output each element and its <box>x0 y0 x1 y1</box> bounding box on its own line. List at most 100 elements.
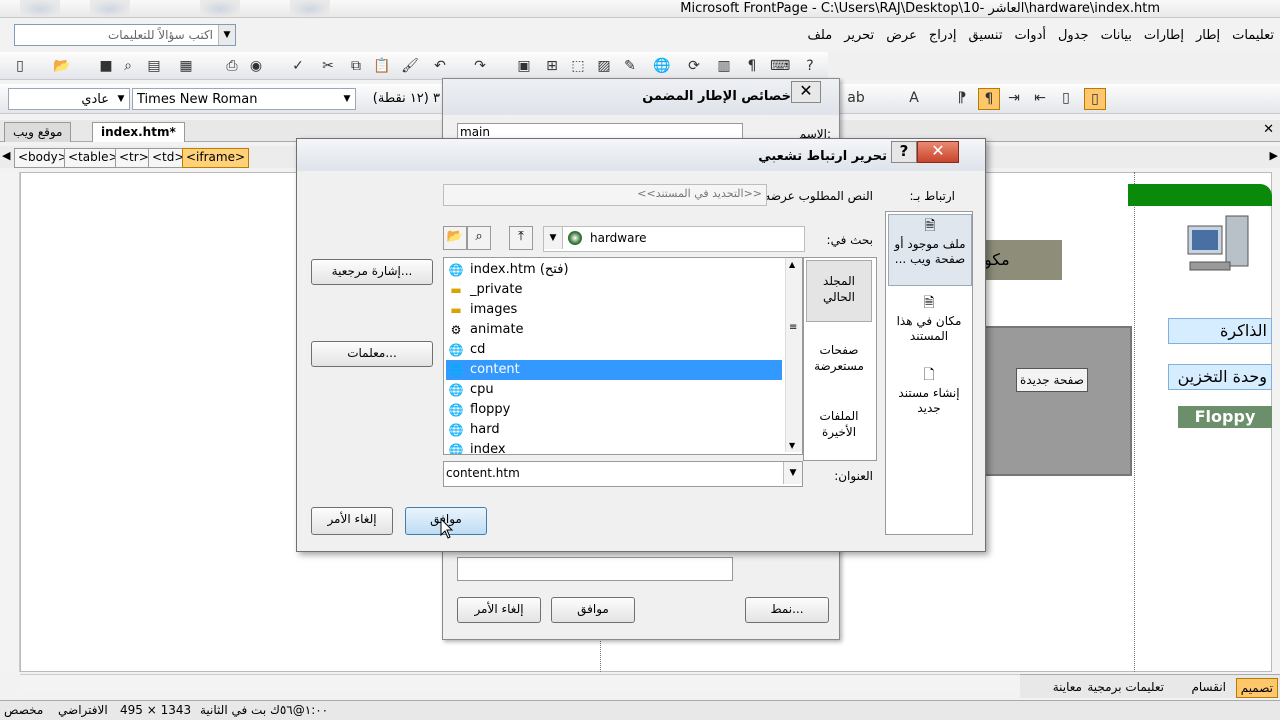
file-list-scrollbar[interactable]: ▲ ≡ ▼ <box>785 258 802 452</box>
chevron-down-icon[interactable]: ▼ <box>113 89 129 109</box>
chevron-right-icon[interactable]: ▶ <box>1270 149 1278 162</box>
outdent-icon[interactable]: ⇤ <box>1030 88 1050 108</box>
look-in-select[interactable]: ▼ hardware <box>543 226 805 252</box>
scroll-down-icon[interactable]: ▼ <box>789 441 795 450</box>
tab-split[interactable]: انقسام <box>1187 678 1230 696</box>
scroll-up-icon[interactable]: ▲ <box>789 260 795 269</box>
list-item[interactable]: 🌐 index <box>446 440 782 454</box>
search-icon[interactable]: ⌕ <box>118 56 138 76</box>
address-input[interactable]: content.htm ▼ <box>443 461 803 487</box>
new-page-button[interactable]: صفحة جديدة <box>1016 368 1088 392</box>
list-item[interactable]: 🌐 index.htm (فتح) <box>446 260 782 280</box>
list-item[interactable]: 🌐 floppy <box>446 400 782 420</box>
list-item[interactable]: 🌐 cd <box>446 340 782 360</box>
insert-table-icon[interactable]: ⊞ <box>542 56 562 76</box>
scroll-thumb-icon[interactable]: ≡ <box>789 322 797 333</box>
hyperlink-icon[interactable]: 🌐 <box>652 56 672 76</box>
paste-icon[interactable]: 📋 <box>372 56 392 76</box>
print-icon[interactable]: ⎙ <box>222 56 242 76</box>
link-existing-file[interactable]: 🗎 ملف موجود أو صفحة ويب ... <box>888 214 972 286</box>
insert-component-icon[interactable]: ▣ <box>514 56 534 76</box>
redo-icon[interactable]: ↷ <box>470 56 490 76</box>
font-color-icon[interactable]: A <box>904 88 924 108</box>
close-icon[interactable]: ✕ <box>1263 122 1274 137</box>
browsed-pages-button[interactable]: صفحات مستعرضة <box>806 330 872 390</box>
close-button[interactable]: ✕ <box>917 141 959 163</box>
close-icon[interactable]: ✕ <box>791 81 821 103</box>
tab-preview[interactable]: معاينة <box>1049 678 1086 696</box>
menu-frames[interactable]: إطارات <box>1138 26 1190 46</box>
insert-layer-icon[interactable]: ⬚ <box>568 56 588 76</box>
menu-tools[interactable]: أدوات <box>1008 26 1052 46</box>
refresh-icon[interactable]: ⟳ <box>684 56 704 76</box>
ok-button[interactable]: موافق <box>551 597 635 623</box>
preview-icon[interactable]: ◉ <box>246 56 266 76</box>
link-place-in-document[interactable]: 🗎 مكان في هذا المستند <box>888 292 970 352</box>
help-button[interactable]: ? <box>891 141 917 163</box>
menu-file[interactable]: ملف <box>801 26 838 46</box>
browse-web-icon[interactable]: ⌕ <box>467 226 491 250</box>
recent-files-button[interactable]: الملفات الأخيرة <box>806 396 872 456</box>
copy-icon[interactable]: ⧉ <box>346 56 366 76</box>
insert-picture-icon[interactable]: ▨ <box>594 56 614 76</box>
font-size-select[interactable]: ٣ (١٢ نقطة) <box>360 88 444 110</box>
nav-storage[interactable]: وحدة التخزين <box>1168 364 1272 390</box>
tab-design[interactable]: تصميم <box>1235 678 1278 698</box>
display-text-input[interactable]: <<التحديد في المستند>> <box>443 184 767 206</box>
browse-file-icon[interactable]: 📂 <box>443 226 467 250</box>
menu-data[interactable]: بيانات <box>1095 26 1138 46</box>
font-select[interactable]: Times New Roman ▼ <box>132 88 356 110</box>
publish-icon[interactable]: ▤ <box>144 56 164 76</box>
drawing-icon[interactable]: ✎ <box>620 56 640 76</box>
chevron-down-icon[interactable]: ▼ <box>218 25 235 45</box>
toggle-pane-icon[interactable]: ▦ <box>176 56 196 76</box>
tag-iframe[interactable]: <iframe> <box>182 148 250 168</box>
help-icon[interactable]: ? <box>800 56 820 76</box>
save-icon[interactable]: ■ <box>96 56 116 76</box>
tag-table[interactable]: <table> <box>64 148 123 168</box>
vertical-scrollbar[interactable] <box>0 172 20 672</box>
rtl-icon[interactable]: ¶ <box>978 88 1000 110</box>
ltr-icon[interactable]: ⁋ <box>952 88 972 108</box>
horizontal-scrollbar[interactable] <box>20 674 1020 692</box>
ask-question-box[interactable]: اكتب سؤالاً للتعليمات ▼ <box>14 24 236 46</box>
bookmark-button[interactable]: إشارة مرجعية... <box>311 259 433 285</box>
chevron-down-icon[interactable]: ▼ <box>544 227 563 249</box>
undo-icon[interactable]: ↶ <box>430 56 450 76</box>
list-item[interactable]: 🌐 hard <box>446 420 782 440</box>
list-item[interactable]: ⚙ animate <box>446 320 782 340</box>
indent-icon[interactable]: ⇥ <box>1004 88 1024 108</box>
tab-website[interactable]: موقع ويب <box>4 122 72 142</box>
nav-floppy[interactable]: Floppy <box>1178 406 1272 428</box>
menu-help[interactable]: تعليمات <box>1226 26 1280 46</box>
new-page-icon[interactable]: ▯ <box>10 56 30 76</box>
tab-index-htm[interactable]: index.htm* <box>92 122 185 142</box>
chevron-down-icon[interactable]: ▼ <box>783 462 802 484</box>
show-formatting-icon[interactable]: ¶ <box>742 56 762 76</box>
open-folder-icon[interactable]: 📂 <box>52 56 72 76</box>
cancel-button[interactable]: إلغاء الأمر <box>311 507 393 535</box>
chevron-down-icon[interactable]: ▼ <box>339 89 355 109</box>
menu-table[interactable]: جدول <box>1052 26 1095 46</box>
menu-window[interactable]: إطار <box>1190 26 1226 46</box>
menu-format[interactable]: تنسيق <box>963 26 1009 46</box>
menu-edit[interactable]: تحرير <box>838 26 880 46</box>
menu-insert[interactable]: إدراج <box>923 26 963 46</box>
tab-code[interactable]: تعليمات برمجية <box>1083 678 1168 696</box>
parameters-button[interactable]: معلمات... <box>311 341 433 367</box>
frame-text-input[interactable] <box>457 557 733 581</box>
stop-icon[interactable]: ▥ <box>714 56 734 76</box>
format-painter-icon[interactable]: 🖌 <box>400 56 420 76</box>
list-item[interactable]: ▬ _private <box>446 280 782 300</box>
inline-frame-area[interactable] <box>980 326 1132 476</box>
up-folder-icon[interactable]: ⤒ <box>509 226 533 250</box>
list-item-selected[interactable]: 🌐 content <box>446 360 782 380</box>
link-new-document[interactable]: 🗋 إنشاء مستند جديد <box>888 364 970 424</box>
code-snippet-icon[interactable]: ⌨ <box>770 56 790 76</box>
spelling-icon[interactable]: ✓ <box>288 56 308 76</box>
chevron-left-icon[interactable]: ◀ <box>2 149 10 162</box>
file-list[interactable]: 🌐 index.htm (فتح) ▬ _private ▬ images ⚙ … <box>443 257 803 455</box>
nav-memory[interactable]: الذاكرة <box>1168 318 1272 344</box>
style-button[interactable]: نمط... <box>745 597 829 623</box>
cancel-button[interactable]: إلغاء الأمر <box>457 597 541 623</box>
